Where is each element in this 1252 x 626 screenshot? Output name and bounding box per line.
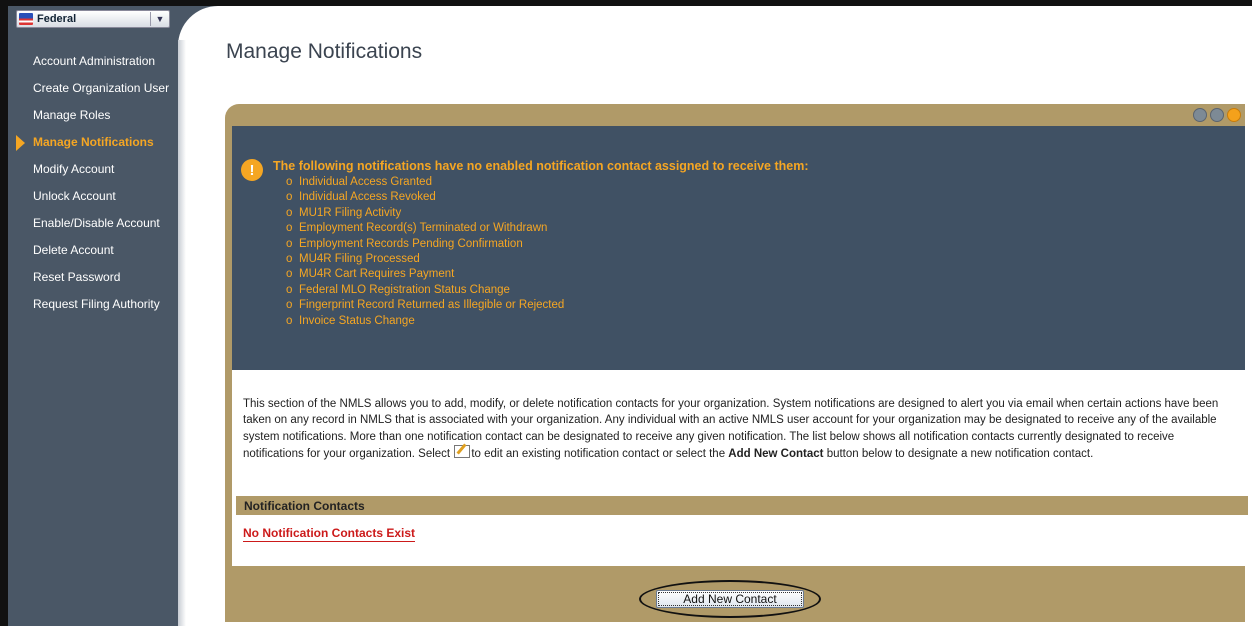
- alert-title: The following notifications have no enab…: [273, 159, 809, 173]
- sidebar-item-create-organization-user[interactable]: Create Organization User: [8, 81, 178, 95]
- window-frame-left: [0, 0, 8, 626]
- page-title: Manage Notifications: [226, 40, 423, 63]
- sidebar-item-reset-password[interactable]: Reset Password: [8, 270, 178, 284]
- sidebar: Federal ▼ Account Administration Create …: [8, 6, 178, 626]
- list-item: o MU1R Filing Activity: [286, 206, 402, 219]
- panel-header: [225, 104, 1245, 126]
- list-item: o Invoice Status Change: [286, 314, 415, 327]
- edit-icon: [454, 444, 471, 458]
- empty-contacts-message: No Notification Contacts Exist: [243, 526, 416, 542]
- sidebar-nav: Account Administration Create Organizati…: [8, 54, 178, 324]
- sidebar-item-manage-notifications[interactable]: Manage Notifications: [8, 135, 178, 151]
- list-item: o Employment Record(s) Terminated or With…: [286, 222, 548, 235]
- list-item: o Individual Access Revoked: [286, 191, 436, 204]
- missing-contacts-alert: ! The following notifications have no en…: [232, 126, 1245, 370]
- flag-icon: [19, 13, 33, 25]
- sidebar-item-enable-disable-account[interactable]: Enable/Disable Account: [8, 216, 178, 230]
- content-edge-shadow: [178, 40, 186, 626]
- notifications-panel: ! The following notifications have no en…: [225, 104, 1248, 622]
- list-item: o MU4R Cart Requires Payment: [286, 268, 455, 281]
- description-text: This section of the NMLS allows you to a…: [243, 398, 1219, 460]
- organization-select-value: Federal: [37, 13, 77, 25]
- list-item: o Fingerprint Record Returned as Illegibl…: [286, 299, 565, 312]
- warning-icon: !: [241, 159, 263, 181]
- sidebar-item-account-administration[interactable]: Account Administration: [8, 54, 178, 68]
- alert-list: o Individual Access Granted o Individual A…: [286, 175, 564, 329]
- contacts-header: Notification Contacts: [236, 496, 1248, 515]
- description-section: This section of the NMLS allows you to a…: [232, 370, 1248, 566]
- print-icon[interactable]: [1193, 108, 1207, 122]
- list-item: o Employment Records Pending Confirmation: [286, 237, 523, 250]
- sidebar-item-modify-account[interactable]: Modify Account: [8, 162, 178, 176]
- add-new-contact-button[interactable]: Add New Contact: [656, 590, 804, 608]
- print-preview-icon[interactable]: [1210, 108, 1224, 122]
- help-icon[interactable]: [1227, 108, 1241, 122]
- add-contact-highlight: Add New Contact: [639, 580, 821, 618]
- sidebar-item-request-filing-authority[interactable]: Request Filing Authority: [8, 297, 178, 311]
- sidebar-item-unlock-account[interactable]: Unlock Account: [8, 189, 178, 203]
- sidebar-item-manage-roles[interactable]: Manage Roles: [8, 108, 178, 122]
- organization-select[interactable]: Federal ▼: [16, 10, 170, 28]
- chevron-down-icon[interactable]: ▼: [150, 12, 169, 26]
- list-item: o MU4R Filing Processed: [286, 253, 420, 266]
- list-item: o Federal MLO Registration Status Change: [286, 283, 510, 296]
- sidebar-item-delete-account[interactable]: Delete Account: [8, 243, 178, 257]
- panel-tools: [1193, 108, 1241, 122]
- list-item: o Individual Access Granted: [286, 176, 432, 188]
